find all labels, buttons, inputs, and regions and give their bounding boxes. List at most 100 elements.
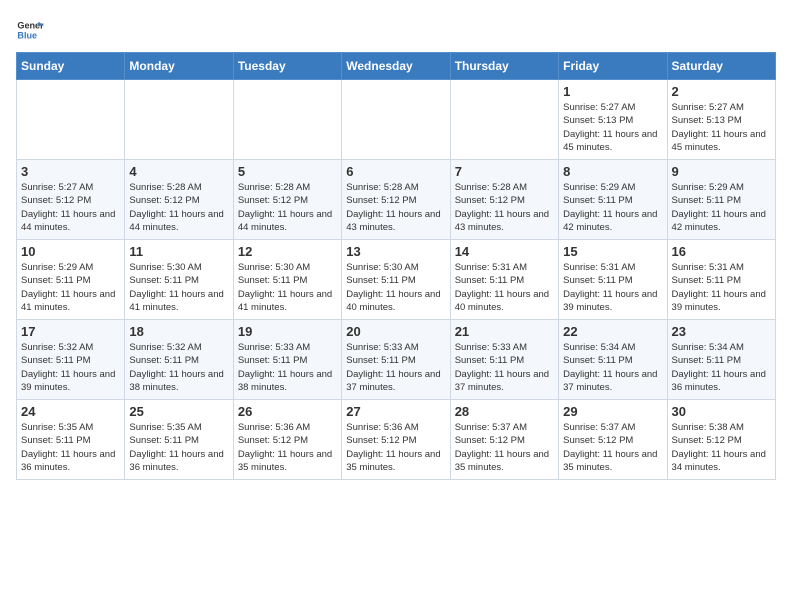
day-info: Sunrise: 5:33 AMSunset: 5:11 PMDaylight:… [455,341,554,394]
day-info: Sunrise: 5:34 AMSunset: 5:11 PMDaylight:… [563,341,662,394]
day-info: Sunrise: 5:28 AMSunset: 5:12 PMDaylight:… [238,181,337,234]
day-number: 20 [346,324,445,339]
day-cell: 26 Sunrise: 5:36 AMSunset: 5:12 PMDayligh… [233,400,341,480]
day-number: 4 [129,164,228,179]
day-info: Sunrise: 5:34 AMSunset: 5:11 PMDaylight:… [672,341,771,394]
calendar-header: SundayMondayTuesdayWednesdayThursdayFrid… [17,53,776,80]
day-cell: 29 Sunrise: 5:37 AMSunset: 5:12 PMDayligh… [559,400,667,480]
page-header: General Blue [16,16,776,44]
header-cell-wednesday: Wednesday [342,53,450,80]
day-info: Sunrise: 5:30 AMSunset: 5:11 PMDaylight:… [129,261,228,314]
logo: General Blue [16,16,48,44]
day-cell [450,80,558,160]
day-info: Sunrise: 5:30 AMSunset: 5:11 PMDaylight:… [346,261,445,314]
day-info: Sunrise: 5:29 AMSunset: 5:11 PMDaylight:… [563,181,662,234]
day-info: Sunrise: 5:37 AMSunset: 5:12 PMDaylight:… [455,421,554,474]
header-cell-thursday: Thursday [450,53,558,80]
day-cell: 25 Sunrise: 5:35 AMSunset: 5:11 PMDayligh… [125,400,233,480]
day-info: Sunrise: 5:31 AMSunset: 5:11 PMDaylight:… [455,261,554,314]
day-number: 19 [238,324,337,339]
day-info: Sunrise: 5:27 AMSunset: 5:13 PMDaylight:… [672,101,771,154]
day-cell: 5 Sunrise: 5:28 AMSunset: 5:12 PMDaylight… [233,160,341,240]
day-info: Sunrise: 5:36 AMSunset: 5:12 PMDaylight:… [238,421,337,474]
day-number: 11 [129,244,228,259]
day-number: 16 [672,244,771,259]
day-cell: 7 Sunrise: 5:28 AMSunset: 5:12 PMDaylight… [450,160,558,240]
day-info: Sunrise: 5:27 AMSunset: 5:13 PMDaylight:… [563,101,662,154]
day-cell: 3Sunrise: 5:27 AMSunset: 5:12 PMDaylight… [17,160,125,240]
day-number: 27 [346,404,445,419]
day-number: 1 [563,84,662,99]
day-number: 13 [346,244,445,259]
day-cell: 18 Sunrise: 5:32 AMSunset: 5:11 PMDayligh… [125,320,233,400]
day-cell: 9 Sunrise: 5:29 AMSunset: 5:11 PMDaylight… [667,160,775,240]
day-info: Sunrise: 5:28 AMSunset: 5:12 PMDaylight:… [346,181,445,234]
day-info: Sunrise: 5:33 AMSunset: 5:11 PMDaylight:… [238,341,337,394]
day-cell: 6 Sunrise: 5:28 AMSunset: 5:12 PMDaylight… [342,160,450,240]
day-info: Sunrise: 5:29 AMSunset: 5:11 PMDaylight:… [672,181,771,234]
day-number: 5 [238,164,337,179]
svg-text:Blue: Blue [17,30,37,40]
week-row-3: 10 Sunrise: 5:29 AMSunset: 5:11 PMDayligh… [17,240,776,320]
week-row-1: 1 Sunrise: 5:27 AMSunset: 5:13 PMDaylight… [17,80,776,160]
day-number: 2 [672,84,771,99]
day-cell: 13 Sunrise: 5:30 AMSunset: 5:11 PMDayligh… [342,240,450,320]
day-cell [342,80,450,160]
week-row-2: 3Sunrise: 5:27 AMSunset: 5:12 PMDaylight… [17,160,776,240]
day-info: Sunrise: 5:36 AMSunset: 5:12 PMDaylight:… [346,421,445,474]
day-info: Sunrise: 5:38 AMSunset: 5:12 PMDaylight:… [672,421,771,474]
logo-icon: General Blue [16,16,44,44]
calendar-body: 1 Sunrise: 5:27 AMSunset: 5:13 PMDaylight… [17,80,776,480]
day-number: 25 [129,404,228,419]
day-cell: 15Sunrise: 5:31 AMSunset: 5:11 PMDayligh… [559,240,667,320]
day-number: 18 [129,324,228,339]
day-info: Sunrise: 5:37 AMSunset: 5:12 PMDaylight:… [563,421,662,474]
day-number: 6 [346,164,445,179]
day-cell: 4 Sunrise: 5:28 AMSunset: 5:12 PMDaylight… [125,160,233,240]
day-info: Sunrise: 5:31 AMSunset: 5:11 PMDaylight:… [563,261,662,314]
day-number: 7 [455,164,554,179]
day-cell [125,80,233,160]
day-cell: 10 Sunrise: 5:29 AMSunset: 5:11 PMDayligh… [17,240,125,320]
day-cell: 14 Sunrise: 5:31 AMSunset: 5:11 PMDayligh… [450,240,558,320]
day-info: Sunrise: 5:32 AMSunset: 5:11 PMDaylight:… [129,341,228,394]
day-number: 29 [563,404,662,419]
day-cell: 21Sunrise: 5:33 AMSunset: 5:11 PMDayligh… [450,320,558,400]
day-info: Sunrise: 5:28 AMSunset: 5:12 PMDaylight:… [455,181,554,234]
day-cell: 12Sunrise: 5:30 AMSunset: 5:11 PMDayligh… [233,240,341,320]
day-info: Sunrise: 5:32 AMSunset: 5:11 PMDaylight:… [21,341,120,394]
day-cell: 23 Sunrise: 5:34 AMSunset: 5:11 PMDayligh… [667,320,775,400]
header-cell-friday: Friday [559,53,667,80]
header-cell-tuesday: Tuesday [233,53,341,80]
day-number: 10 [21,244,120,259]
day-cell: 17Sunrise: 5:32 AMSunset: 5:11 PMDayligh… [17,320,125,400]
day-cell: 8 Sunrise: 5:29 AMSunset: 5:11 PMDaylight… [559,160,667,240]
week-row-5: 24 Sunrise: 5:35 AMSunset: 5:11 PMDayligh… [17,400,776,480]
day-cell: 20 Sunrise: 5:33 AMSunset: 5:11 PMDayligh… [342,320,450,400]
day-number: 28 [455,404,554,419]
day-info: Sunrise: 5:28 AMSunset: 5:12 PMDaylight:… [129,181,228,234]
week-row-4: 17Sunrise: 5:32 AMSunset: 5:11 PMDayligh… [17,320,776,400]
header-cell-monday: Monday [125,53,233,80]
day-number: 14 [455,244,554,259]
day-number: 23 [672,324,771,339]
day-number: 24 [21,404,120,419]
day-cell: 11 Sunrise: 5:30 AMSunset: 5:11 PMDayligh… [125,240,233,320]
day-number: 9 [672,164,771,179]
day-cell: 22 Sunrise: 5:34 AMSunset: 5:11 PMDayligh… [559,320,667,400]
day-number: 26 [238,404,337,419]
day-number: 30 [672,404,771,419]
day-info: Sunrise: 5:35 AMSunset: 5:11 PMDaylight:… [21,421,120,474]
day-number: 8 [563,164,662,179]
day-cell: 24 Sunrise: 5:35 AMSunset: 5:11 PMDayligh… [17,400,125,480]
day-cell [17,80,125,160]
day-number: 22 [563,324,662,339]
day-info: Sunrise: 5:30 AMSunset: 5:11 PMDaylight:… [238,261,337,314]
day-info: Sunrise: 5:35 AMSunset: 5:11 PMDaylight:… [129,421,228,474]
day-info: Sunrise: 5:31 AMSunset: 5:11 PMDaylight:… [672,261,771,314]
day-info: Sunrise: 5:29 AMSunset: 5:11 PMDaylight:… [21,261,120,314]
header-row: SundayMondayTuesdayWednesdayThursdayFrid… [17,53,776,80]
day-info: Sunrise: 5:33 AMSunset: 5:11 PMDaylight:… [346,341,445,394]
calendar-table: SundayMondayTuesdayWednesdayThursdayFrid… [16,52,776,480]
day-cell: 27 Sunrise: 5:36 AMSunset: 5:12 PMDayligh… [342,400,450,480]
